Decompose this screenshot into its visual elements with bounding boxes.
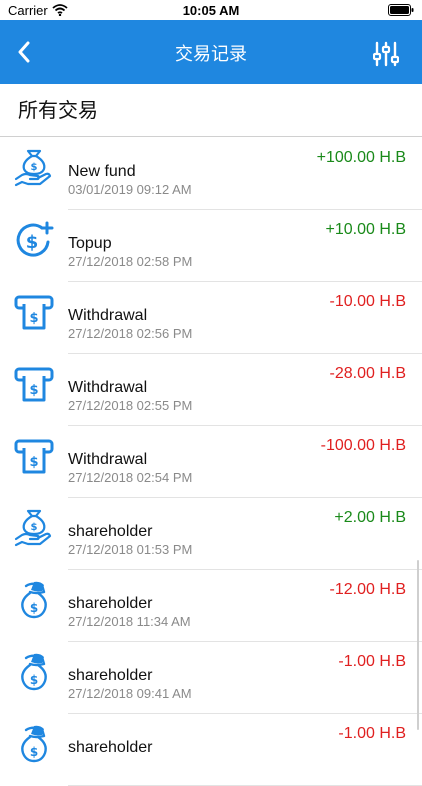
money-bag-hand-icon: $ xyxy=(14,148,54,188)
transaction-list[interactable]: $ New fund 03/01/2019 09:12 AM +100.00 H.B $… xyxy=(0,138,422,786)
money-bag-out-icon: $ xyxy=(14,580,54,620)
transaction-date: 27/12/2018 01:53 PM xyxy=(68,542,193,557)
transaction-type: Withdrawal xyxy=(68,451,148,468)
transaction-date: 27/12/2018 02:56 PM xyxy=(68,326,193,341)
transaction-type: Withdrawal xyxy=(68,307,148,324)
money-bag-out-icon: $ xyxy=(14,724,54,764)
money-bag-hand-icon: $ xyxy=(14,508,54,548)
transaction-date: 27/12/2018 11:34 AM xyxy=(68,614,191,629)
transaction-amount: +100.00 H.B xyxy=(316,149,406,166)
atm-icon: $ xyxy=(14,292,54,332)
transaction-amount: -100.00 H.B xyxy=(320,437,406,454)
transaction-type: shareholder xyxy=(68,523,153,540)
scrollbar[interactable] xyxy=(417,560,419,730)
transaction-type: Topup xyxy=(68,235,112,252)
money-bag-out-icon: $ xyxy=(14,652,54,692)
dollar-plus-icon: $ xyxy=(14,220,54,260)
section-header: 所有交易 xyxy=(0,84,422,137)
transaction-date: 27/12/2018 02:55 PM xyxy=(68,398,193,413)
divider xyxy=(0,136,422,137)
transaction-type: shareholder xyxy=(68,739,153,756)
transaction-amount: -1.00 H.B xyxy=(338,653,406,670)
section-title: 所有交易 xyxy=(18,100,98,122)
svg-text:$: $ xyxy=(31,522,38,533)
status-bar: Carrier 10:05 AM xyxy=(0,0,422,20)
transaction-row[interactable]: $ Withdrawal 27/12/2018 02:55 PM -28.00 H.B xyxy=(0,354,422,426)
transaction-amount: -10.00 H.B xyxy=(329,293,406,310)
transaction-type: shareholder xyxy=(68,595,153,612)
transaction-date: 27/12/2018 09:41 AM xyxy=(68,686,192,701)
navigation-bar: 交易记录 xyxy=(0,20,422,84)
svg-text:$: $ xyxy=(31,162,38,173)
svg-text:$: $ xyxy=(30,745,38,759)
transaction-row[interactable]: $ shareholder 27/12/2018 01:53 PM +2.00 H.B xyxy=(0,498,422,570)
clock: 10:05 AM xyxy=(182,3,240,18)
svg-text:$: $ xyxy=(29,383,38,398)
atm-icon: $ xyxy=(14,364,54,404)
transaction-amount: -12.00 H.B xyxy=(329,581,406,598)
transaction-row[interactable]: $ shareholder 27/12/2018 09:41 AM -1.00 H.B xyxy=(0,642,422,714)
svg-text:$: $ xyxy=(30,601,38,615)
page-title: 交易记录 xyxy=(175,44,247,64)
filter-button[interactable] xyxy=(368,36,404,72)
transaction-amount: -1.00 H.B xyxy=(338,725,406,742)
svg-text:$: $ xyxy=(29,311,38,326)
transaction-amount: +10.00 H.B xyxy=(325,221,407,238)
transaction-amount: -28.00 H.B xyxy=(329,365,406,382)
transaction-type: New fund xyxy=(68,163,136,180)
transaction-row[interactable]: $ Withdrawal 27/12/2018 02:56 PM -10.00 H.B xyxy=(0,282,422,354)
transaction-amount: +2.00 H.B xyxy=(334,509,406,526)
transaction-row[interactable]: $ shareholder 27/12/2018 11:34 AM -12.00 H.… xyxy=(0,570,422,642)
svg-text:$: $ xyxy=(26,232,39,253)
battery-icon xyxy=(388,4,414,16)
transaction-type: Withdrawal xyxy=(68,379,148,396)
sliders-icon xyxy=(373,41,399,67)
transaction-row[interactable]: $ New fund 03/01/2019 09:12 AM +100.00 H.B xyxy=(0,138,422,210)
transaction-date: 27/12/2018 02:54 PM xyxy=(68,470,193,485)
transaction-date: 03/01/2019 09:12 AM xyxy=(68,182,192,197)
transaction-row[interactable]: $ shareholder -1.00 H.B xyxy=(0,714,422,786)
transaction-row[interactable]: $ Topup 27/12/2018 02:58 PM +10.00 H.B xyxy=(0,210,422,282)
transaction-type: shareholder xyxy=(68,667,153,684)
svg-text:$: $ xyxy=(30,673,38,687)
atm-icon: $ xyxy=(14,436,54,476)
transaction-row[interactable]: $ Withdrawal 27/12/2018 02:54 PM -100.00 H.… xyxy=(0,426,422,498)
svg-text:$: $ xyxy=(29,455,38,470)
transaction-date: 27/12/2018 02:58 PM xyxy=(68,254,193,269)
